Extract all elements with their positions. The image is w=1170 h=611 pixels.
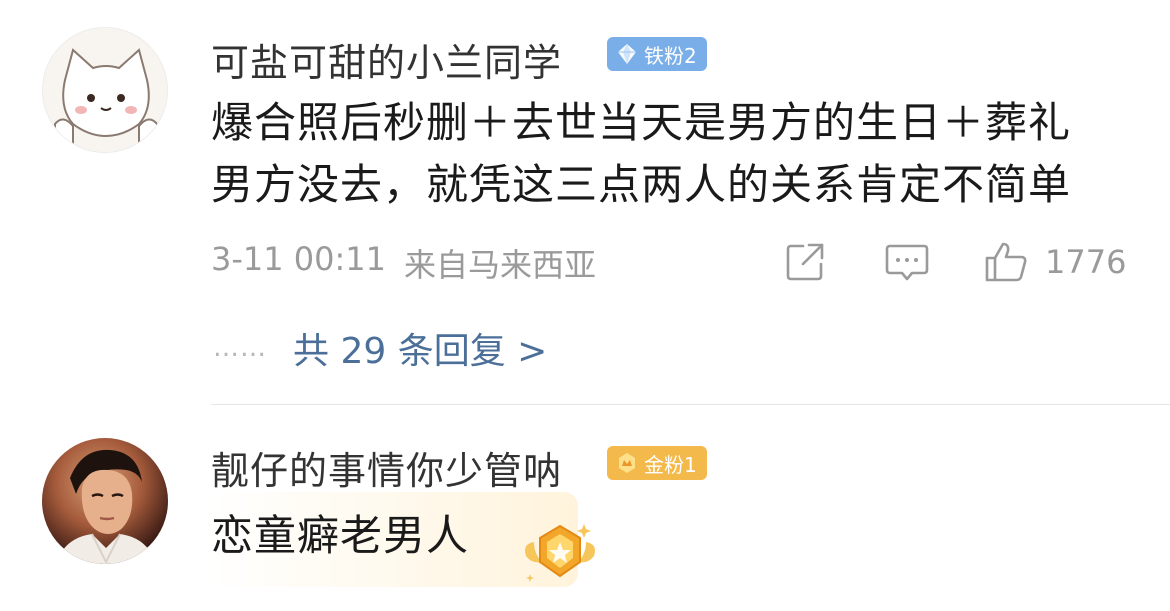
share-button[interactable] [783, 240, 827, 284]
timestamp: 3-11 00:11 [211, 240, 387, 278]
gold-crown-icon [619, 453, 635, 473]
location: 来自马来西亚 [404, 246, 597, 284]
comment-content: 恋童癖老男人 [211, 511, 470, 560]
replies-ellipsis: …… [213, 333, 267, 363]
reply-button[interactable] [884, 240, 930, 284]
cat-avatar-icon [43, 28, 167, 152]
badge-label: 金粉1 [644, 452, 697, 477]
comment-feed: 可盐可甜的小兰同学 铁粉2 爆合照后秒删＋去世当天是男方的生日＋葬礼 男方没去，… [0, 0, 1170, 611]
diamond-icon [618, 44, 636, 64]
comment-content-line: 男方没去，就凭这三点两人的关系肯定不简单 [211, 160, 1072, 209]
fan-level-badge[interactable]: 金粉1 [607, 446, 707, 480]
replies-row: …… 共 29 条回复 > [213, 322, 547, 374]
like-count: 1776 [1045, 243, 1127, 281]
avatar[interactable] [42, 438, 168, 564]
thumbs-up-icon [985, 242, 1027, 282]
comment-meta: 3-11 00:11 来自马来西亚 [211, 240, 614, 286]
person-avatar-icon [56, 449, 156, 564]
avatar[interactable] [42, 27, 168, 153]
username[interactable]: 靓仔的事情你少管呐 [211, 440, 562, 495]
username[interactable]: 可盐可甜的小兰同学 [211, 32, 562, 87]
gold-medal-sticker-icon [525, 524, 595, 582]
comment-content-line: 爆合照后秒删＋去世当天是男方的生日＋葬礼 [211, 98, 1072, 147]
view-replies-link[interactable]: 共 29 条回复 > [293, 322, 547, 374]
comment-content: 爆合照后秒删＋去世当天是男方的生日＋葬礼 男方没去，就凭这三点两人的关系肯定不简… [211, 92, 1151, 216]
share-icon [786, 243, 824, 281]
fan-level-badge[interactable]: 铁粉2 [607, 37, 707, 71]
badge-label: 铁粉2 [644, 43, 697, 68]
comment-divider [211, 404, 1170, 405]
like-button[interactable]: 1776 [983, 240, 1126, 284]
comment-icon [885, 244, 929, 281]
